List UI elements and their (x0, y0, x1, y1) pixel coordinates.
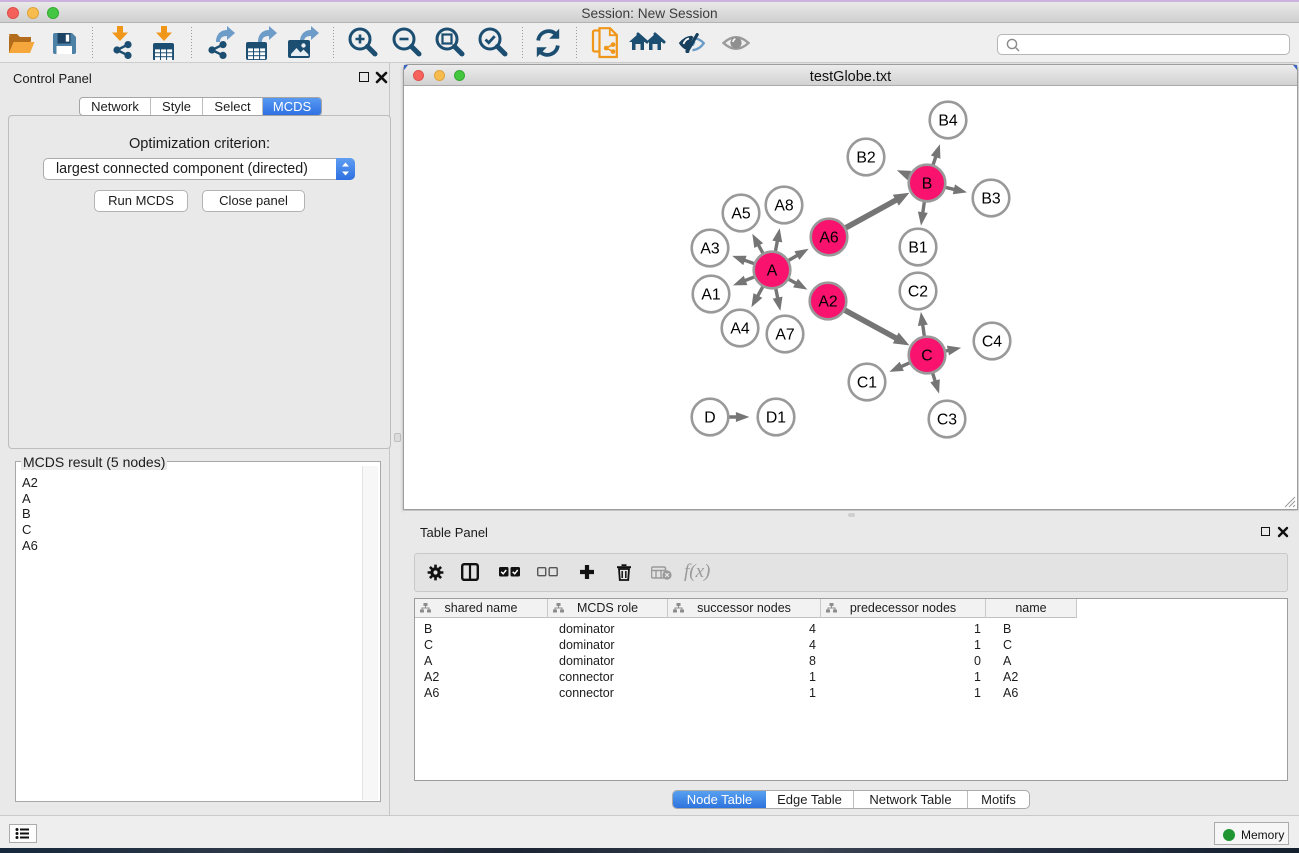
svg-text:C: C (921, 348, 932, 365)
svg-text:A7: A7 (775, 327, 794, 344)
svg-text:B3: B3 (981, 191, 1001, 208)
svg-text:B4: B4 (938, 113, 958, 130)
svg-text:D1: D1 (766, 410, 786, 427)
svg-text:A1: A1 (701, 287, 721, 304)
svg-text:A: A (767, 263, 778, 280)
svg-text:C3: C3 (937, 412, 957, 429)
svg-text:B1: B1 (908, 240, 928, 257)
svg-text:C2: C2 (908, 284, 928, 301)
svg-text:A6: A6 (819, 230, 839, 247)
svg-text:A2: A2 (818, 294, 837, 311)
svg-text:A8: A8 (774, 198, 794, 215)
svg-text:A4: A4 (730, 321, 750, 338)
svg-text:B2: B2 (856, 150, 875, 167)
svg-text:A5: A5 (731, 206, 751, 223)
svg-text:D: D (704, 410, 715, 427)
svg-text:C4: C4 (982, 334, 1002, 351)
svg-text:B: B (922, 176, 933, 193)
svg-text:C1: C1 (857, 375, 877, 392)
svg-text:A3: A3 (700, 241, 720, 258)
